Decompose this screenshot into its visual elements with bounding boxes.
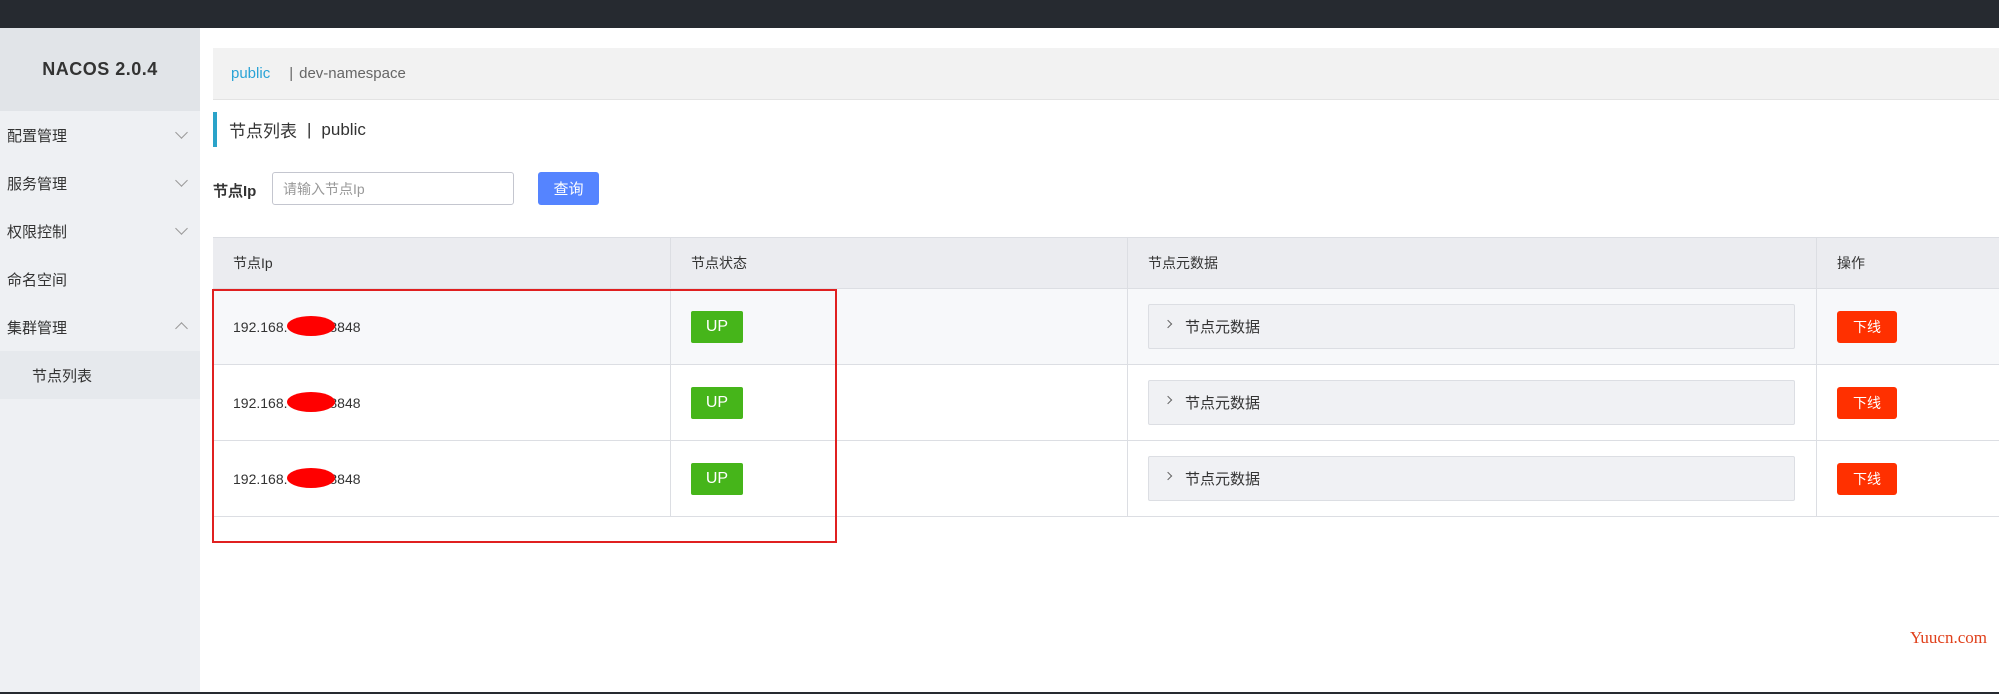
metadata-collapse[interactable]: 节点元数据 [1148,380,1795,425]
sidebar-subitem-node-list[interactable]: 节点列表 [0,351,200,399]
metadata-collapse[interactable]: 节点元数据 [1148,304,1795,349]
page-title-separator: | [307,119,312,139]
column-header-ip: 节点Ip [213,238,671,288]
node-metadata-cell: 节点元数据 [1128,289,1817,364]
table-header-row: 节点Ip 节点状态 节点元数据 操作 [213,238,1999,289]
chevron-down-icon [175,174,188,187]
sidebar-item-auth[interactable]: 权限控制 [0,207,200,255]
namespace-public-link[interactable]: public [231,65,270,82]
sidebar-item-cluster[interactable]: 集群管理 [0,303,200,351]
metadata-collapse[interactable]: 节点元数据 [1148,456,1795,501]
node-metadata-cell: 节点元数据 [1128,365,1817,440]
offline-button[interactable]: 下线 [1837,462,1897,495]
metadata-label: 节点元数据 [1185,471,1261,488]
namespace-bar: public | dev-namespace [213,48,1999,100]
sidebar-item-label: 集群管理 [7,319,68,337]
offline-button[interactable]: 下线 [1837,386,1897,419]
node-action-cell: 下线 [1817,365,1999,440]
watermark: Yuucn.com [1910,628,1987,647]
sidebar-item-config[interactable]: 配置管理 [0,111,200,159]
sidebar-item-namespace[interactable]: 命名空间 [0,255,200,303]
sidebar-item-label: 服务管理 [7,175,68,193]
chevron-down-icon [175,126,188,139]
node-metadata-cell: 节点元数据 [1128,441,1817,516]
chevron-right-icon [1163,319,1173,328]
page-title-text: 节点列表 [229,122,297,141]
sidebar: NACOS 2.0.4 配置管理 服务管理 权限控制 命名空间 集群管理 节点列… [0,28,200,692]
page-title-namespace: public [321,119,366,139]
chevron-right-icon [1163,471,1173,480]
top-bar [0,0,1999,28]
namespace-dev-link[interactable]: dev-namespace [299,65,406,82]
node-action-cell: 下线 [1817,289,1999,364]
chevron-right-icon [1163,395,1173,404]
column-header-metadata: 节点元数据 [1128,238,1817,288]
offline-button[interactable]: 下线 [1837,310,1897,343]
sidebar-subitem-label: 节点列表 [32,367,93,385]
sidebar-item-label: 命名空间 [7,271,68,289]
namespace-separator: | [289,65,294,82]
sidebar-item-label: 权限控制 [7,223,68,241]
column-header-status: 节点状态 [671,238,1128,288]
page-title: 节点列表 | public [213,112,366,147]
column-header-action: 操作 [1837,255,1865,271]
annotation-highlight-box [212,289,837,543]
app-logo: NACOS 2.0.4 [0,28,200,111]
search-button[interactable]: 查询 [538,172,599,205]
metadata-label: 节点元数据 [1185,319,1261,336]
sidebar-item-service[interactable]: 服务管理 [0,159,200,207]
chevron-up-icon [175,322,188,335]
search-label: 节点Ip [213,183,257,200]
node-ip-search-input[interactable] [272,172,514,205]
metadata-label: 节点元数据 [1185,395,1261,412]
sidebar-item-label: 配置管理 [7,127,68,145]
node-action-cell: 下线 [1817,441,1999,516]
chevron-down-icon [175,222,188,235]
sidebar-menu: 配置管理 服务管理 权限控制 命名空间 集群管理 节点列表 [0,111,200,399]
